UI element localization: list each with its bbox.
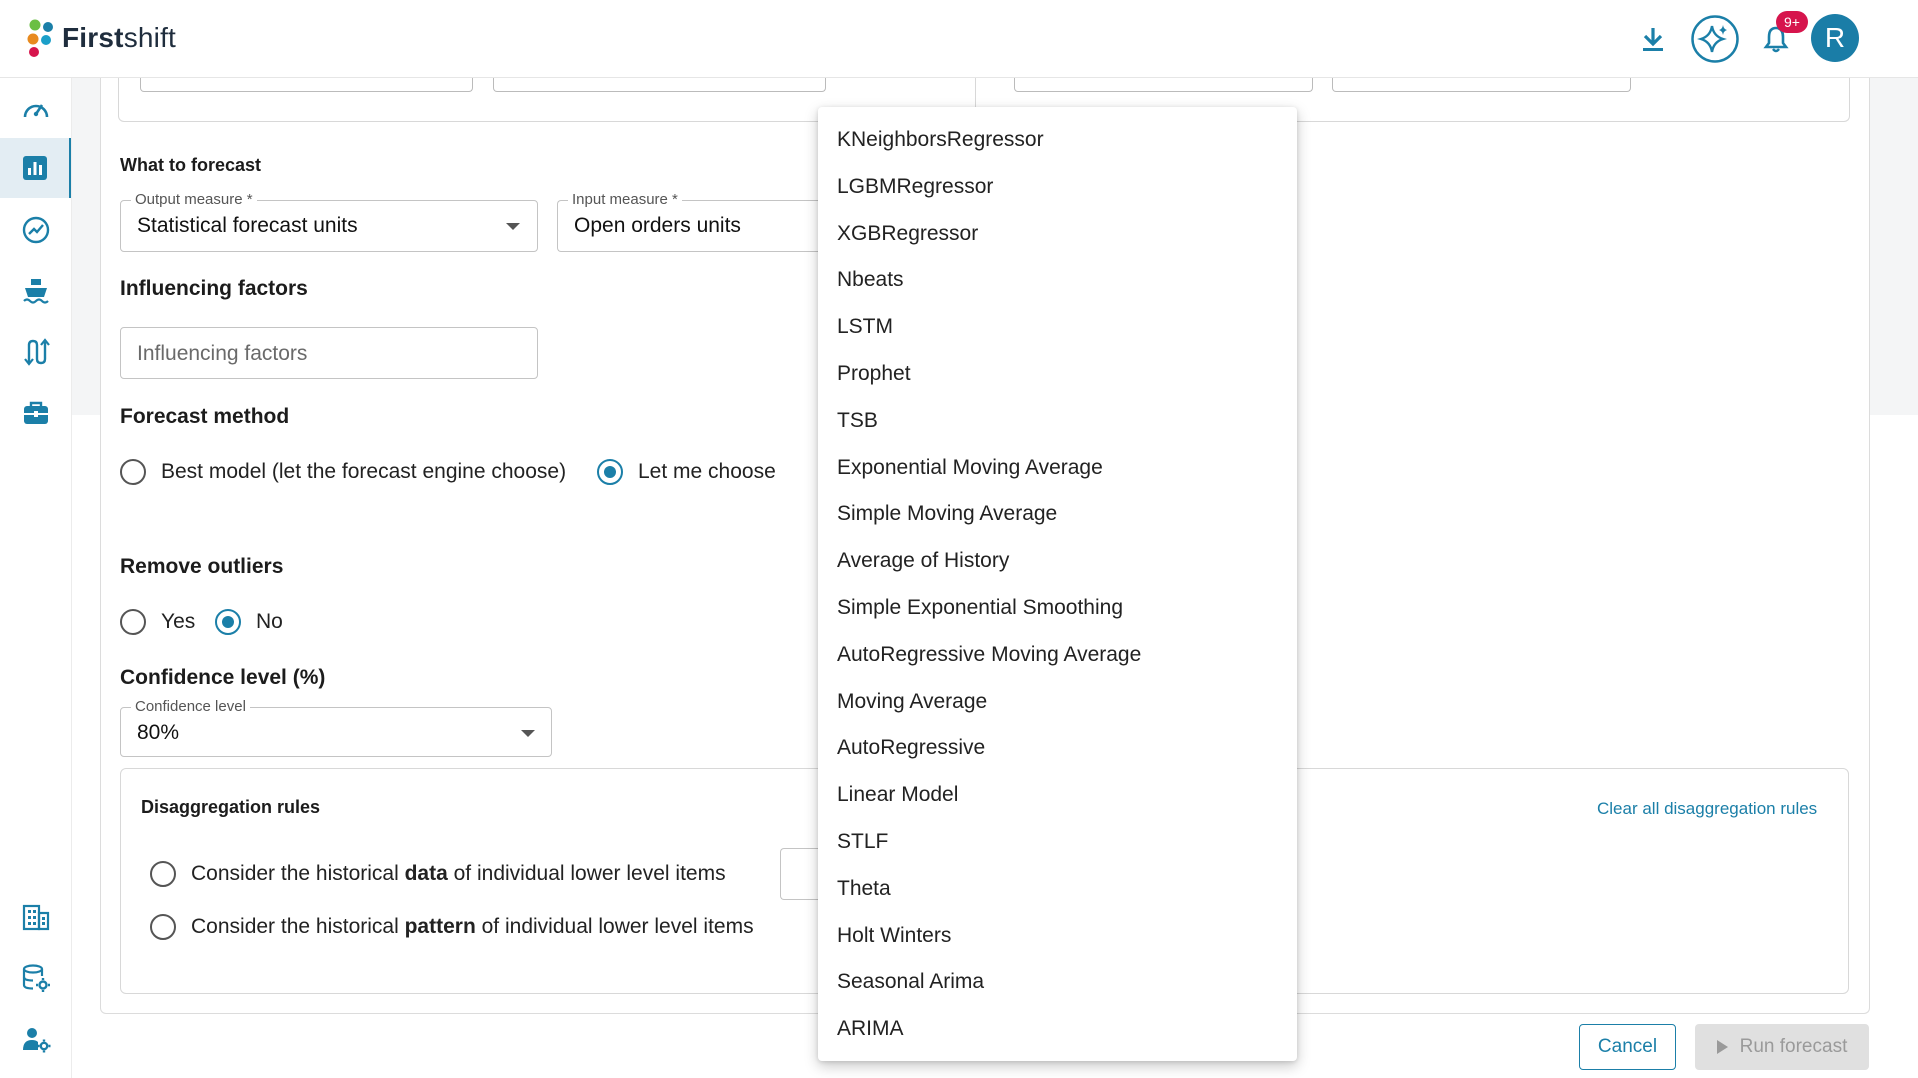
confidence-level-value: 80% [137, 721, 180, 744]
brand-name: Firstshift [62, 22, 177, 53]
bar-chart-icon [22, 156, 47, 180]
dropdown-option[interactable]: Simple Moving Average [818, 491, 1297, 538]
notification-badge: 9+ [1776, 11, 1808, 33]
dropdown-option[interactable]: STLF [818, 819, 1297, 866]
clear-disaggregation-link[interactable]: Clear all disaggregation rules [1597, 799, 1817, 819]
chevron-down-icon [521, 730, 535, 737]
sidebar-item-tools[interactable] [0, 383, 71, 443]
dropdown-option[interactable]: Nbeats [818, 257, 1297, 304]
radio-let-me-choose[interactable] [597, 459, 623, 485]
input-measure-label: Input measure * [568, 191, 682, 208]
route-arrows-icon [23, 338, 50, 366]
building-icon [22, 904, 49, 931]
radio-historical-pattern-label[interactable]: Consider the historical pattern of indiv… [191, 915, 754, 939]
radio-best-model[interactable] [120, 459, 146, 485]
radio-outliers-yes-label[interactable]: Yes [161, 610, 195, 634]
dropdown-option[interactable]: Exponential Moving Average [818, 445, 1297, 492]
sidebar-item-organization[interactable] [0, 887, 71, 947]
forecast-method-title: Forecast method [120, 405, 290, 428]
sidebar-item-shipping[interactable] [0, 261, 71, 321]
sidebar-item-data-settings[interactable] [0, 948, 71, 1008]
dropdown-option[interactable]: XGBRegressor [818, 211, 1297, 258]
user-avatar[interactable]: R [1811, 14, 1859, 62]
radio-historical-data[interactable] [150, 861, 176, 887]
filter-field-3[interactable] [1014, 78, 1313, 92]
model-dropdown-menu: KNeighborsRegressor LGBMRegressor XGBReg… [818, 107, 1297, 1061]
dropdown-option[interactable]: Simple Exponential Smoothing [818, 585, 1297, 632]
dropdown-option[interactable]: Holt Winters [818, 913, 1297, 960]
sidebar-item-trends[interactable] [0, 200, 71, 260]
dropdown-option[interactable]: ARIMA [818, 1006, 1297, 1053]
play-icon [1716, 1040, 1728, 1054]
briefcase-icon [23, 401, 48, 424]
what-to-forecast-title: What to forecast [120, 155, 262, 175]
dropdown-option[interactable]: LGBMRegressor [818, 164, 1297, 211]
output-measure-label: Output measure * [131, 191, 257, 208]
disaggregation-title: Disaggregation rules [141, 797, 321, 817]
download-icon[interactable] [1632, 18, 1674, 60]
filter-field-1[interactable] [140, 78, 473, 92]
cancel-button[interactable]: Cancel [1579, 1024, 1676, 1070]
input-measure-select[interactable]: Input measure * Open orders units [557, 191, 827, 252]
chevron-down-icon [506, 223, 520, 230]
influencing-factors-input[interactable]: Influencing factors [120, 327, 538, 379]
radio-historical-pattern[interactable] [150, 914, 176, 940]
dropdown-option[interactable]: Prophet [818, 351, 1297, 398]
radio-outliers-no[interactable] [215, 609, 241, 635]
sidebar-item-routes[interactable] [0, 322, 71, 382]
radio-outliers-no-label[interactable]: No [256, 610, 283, 634]
confidence-level-title: Confidence level (%) [120, 666, 326, 689]
firstshift-logo-icon [27, 19, 53, 57]
sidebar-item-forecast[interactable] [0, 138, 71, 198]
remove-outliers-title: Remove outliers [120, 555, 284, 578]
dropdown-option[interactable]: LSTM [818, 304, 1297, 351]
confidence-level-label: Confidence level [131, 698, 250, 715]
dropdown-option[interactable]: Average of History [818, 538, 1297, 585]
sidebar-item-user-settings[interactable] [0, 1009, 71, 1069]
dashboard-gauge-icon [23, 104, 48, 118]
dropdown-option[interactable]: AutoRegressive Moving Average [818, 632, 1297, 679]
app-header: Firstshift 9+ R [0, 0, 1918, 78]
run-forecast-label: Run forecast [1739, 1036, 1848, 1057]
database-settings-icon [22, 964, 50, 992]
radio-outliers-yes[interactable] [120, 609, 146, 635]
filter-field-2[interactable] [493, 78, 826, 92]
radio-best-model-label[interactable]: Best model (let the forecast engine choo… [161, 460, 566, 484]
run-forecast-button[interactable]: Run forecast [1695, 1024, 1869, 1070]
filter-field-4[interactable] [1332, 78, 1631, 92]
user-settings-icon [22, 1028, 50, 1053]
trend-chart-icon [22, 216, 49, 244]
ship-icon [22, 279, 49, 304]
radio-let-me-choose-label[interactable]: Let me choose [638, 460, 776, 484]
ai-sparkle-icon[interactable] [1690, 14, 1740, 64]
output-measure-value: Statistical forecast units [137, 214, 358, 237]
confidence-level-select[interactable]: Confidence level 80% [120, 698, 552, 757]
influencing-factors-placeholder: Influencing factors [137, 342, 308, 365]
dropdown-option[interactable]: Linear Model [818, 772, 1297, 819]
dropdown-option[interactable]: Moving Average [818, 679, 1297, 726]
output-measure-select[interactable]: Output measure * Statistical forecast un… [120, 191, 538, 252]
sidebar [0, 78, 72, 1078]
influencing-factors-title: Influencing factors [120, 277, 308, 300]
sidebar-item-dashboard[interactable] [0, 80, 71, 140]
dropdown-option[interactable]: TSB [818, 398, 1297, 445]
dropdown-option[interactable]: KNeighborsRegressor [818, 117, 1297, 164]
input-measure-value: Open orders units [574, 214, 741, 237]
dropdown-option[interactable]: Theta [818, 866, 1297, 913]
dropdown-option[interactable]: Seasonal Arima [818, 959, 1297, 1006]
radio-historical-data-label[interactable]: Consider the historical data of individu… [191, 862, 726, 886]
dropdown-option[interactable]: AutoRegressive [818, 725, 1297, 772]
